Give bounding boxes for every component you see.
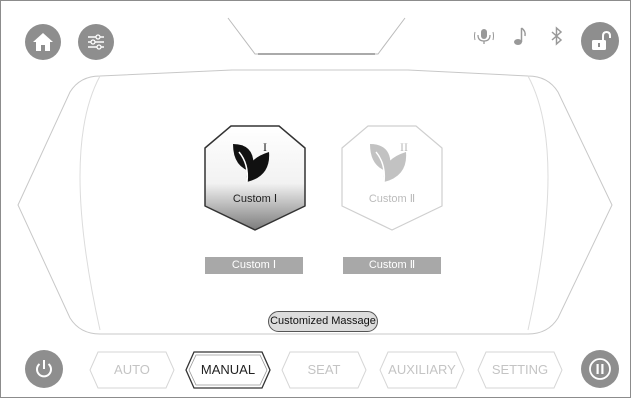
custom-1-label-button[interactable]: Custom Ⅰ (205, 257, 303, 274)
custom-2-numeral: II (400, 140, 408, 154)
power-icon (36, 360, 52, 378)
tab-auxiliary[interactable]: AUXILIARY (378, 350, 466, 390)
home-icon (33, 33, 53, 51)
tab-manual-label: MANUAL (200, 362, 256, 377)
microphone-icon (474, 29, 494, 44)
custom-1-card[interactable]: I Custom Ⅰ (203, 124, 307, 232)
voice-button[interactable] (474, 26, 494, 46)
unlock-icon (592, 30, 611, 50)
home-button[interactable] (25, 24, 61, 60)
bluetooth-icon (551, 26, 563, 46)
settings-sliders-button[interactable] (78, 24, 114, 60)
tab-auto[interactable]: AUTO (88, 350, 176, 390)
pause-icon (589, 358, 611, 380)
lock-button[interactable] (581, 22, 619, 60)
tab-seat-label: SEAT (307, 362, 341, 377)
tab-manual[interactable]: MANUAL (184, 350, 272, 390)
tab-setting-label: SETTING (491, 362, 549, 377)
customized-massage-button[interactable]: Customized Massage (268, 311, 378, 332)
sliders-icon (88, 34, 104, 50)
tab-auxiliary-label: AUXILIARY (388, 362, 456, 377)
custom-2-label-button[interactable]: Custom Ⅱ (343, 257, 441, 274)
tab-seat[interactable]: SEAT (280, 350, 368, 390)
pause-button[interactable] (581, 350, 619, 388)
custom-1-numeral: I (263, 140, 267, 154)
custom-1-caption: Custom Ⅰ (232, 193, 278, 205)
leaf-icon (233, 144, 270, 183)
tab-auto-label: AUTO (114, 362, 150, 377)
music-note-icon (514, 27, 526, 45)
music-button[interactable] (510, 26, 530, 46)
power-button[interactable] (25, 350, 63, 388)
custom-2-card[interactable]: II Custom Ⅱ (340, 124, 444, 232)
bluetooth-button[interactable] (547, 26, 567, 46)
tab-setting[interactable]: SETTING (476, 350, 564, 390)
custom-2-caption: Custom Ⅱ (368, 193, 416, 205)
